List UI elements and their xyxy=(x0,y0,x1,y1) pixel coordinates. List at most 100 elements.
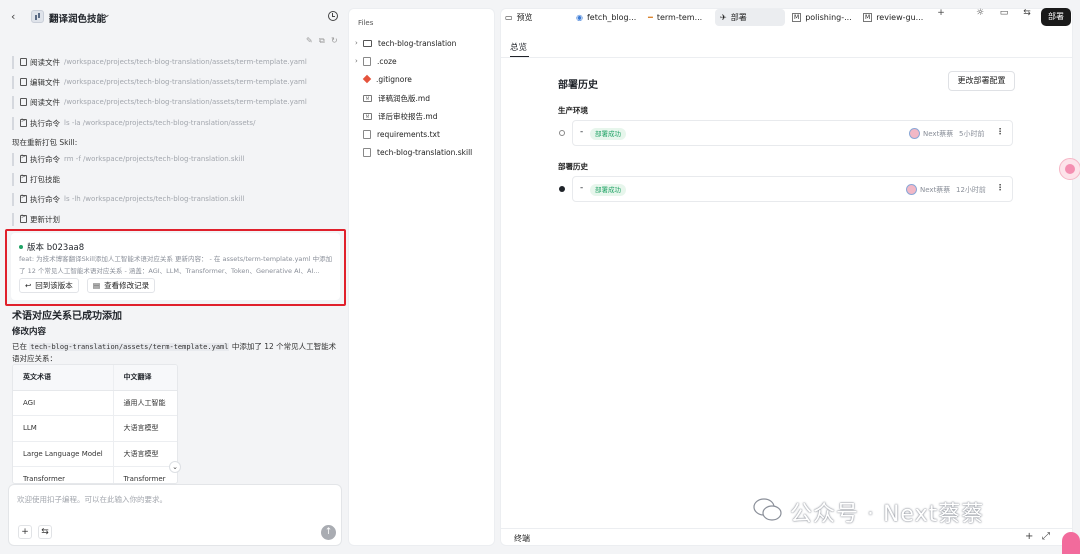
file-path-code: tech-blog-translation/assets/term-templa… xyxy=(29,343,230,351)
app-icon xyxy=(31,10,44,23)
preview-icon: ▭ xyxy=(505,13,513,22)
tool-step[interactable]: 编辑文件 /workspace/projects/tech-blog-trans… xyxy=(12,75,307,89)
column-header: 中文翻译 xyxy=(113,365,177,391)
swap-icon[interactable]: ⇆ xyxy=(1020,7,1034,21)
refresh-icon[interactable]: ↻ xyxy=(331,36,338,45)
yaml-icon: ━ xyxy=(648,13,653,22)
file-icon xyxy=(363,147,371,157)
files-heading: Files xyxy=(358,19,374,27)
tool-step[interactable]: 更新计划 xyxy=(12,212,64,226)
file-item[interactable]: tech-blog-translation.skill xyxy=(355,145,472,159)
terminal-icon xyxy=(20,117,27,127)
changes-paragraph: 已在 tech-blog-translation/assets/term-tem… xyxy=(12,342,337,363)
mascot-icon xyxy=(1062,532,1080,554)
tool-step[interactable]: 执行命令 rm -f /workspace/projects/tech-blog… xyxy=(12,152,244,166)
deploy-record[interactable]: - 部署成功 Next蔡蔡 12小时前 ⋮ xyxy=(572,176,1013,202)
tab-polishing[interactable]: Mpolishing-... xyxy=(787,9,857,26)
file-icon xyxy=(363,56,371,66)
tab-review-guide[interactable]: Mreview-gu... xyxy=(858,9,928,26)
expand-arrow-icon[interactable]: › xyxy=(355,57,363,65)
tool-step[interactable]: 执行命令 ls -la /workspace/projects/tech-blo… xyxy=(12,116,255,130)
wechat-icon xyxy=(753,498,782,521)
divider xyxy=(501,57,1072,58)
expand-arrow-icon[interactable]: › xyxy=(355,39,363,47)
history-icon[interactable] xyxy=(328,11,338,21)
terminal-icon xyxy=(20,153,27,163)
file-item[interactable]: requirements.txt xyxy=(355,127,440,141)
file-explorer: Files › tech-blog-translation › .coze .g… xyxy=(348,8,495,546)
project-title[interactable]: 翻译润色技能 xyxy=(49,11,106,25)
markdown-icon: M xyxy=(792,13,802,22)
production-label: 生产环境 xyxy=(558,106,588,115)
terms-table: 英文术语 中文翻译 AGI 通用人工智能 LLM 大语言模型 Large Lan… xyxy=(12,364,178,484)
chat-input-box[interactable]: 欢迎使用扣子编程。可以在此输入你的要求。 + ⇆ ↑ xyxy=(8,484,342,546)
terminal-icon xyxy=(20,213,27,223)
expand-icon[interactable]: ⤢ xyxy=(1042,531,1050,542)
chevron-down-icon[interactable]: ⌄ xyxy=(103,10,111,20)
assistant-float-icon[interactable] xyxy=(1059,158,1080,180)
editor-tab-bar: ▭ 预览 ◉ fetch_blog... ━ term-tem... ✈ 部署 Mpol… xyxy=(500,5,1080,29)
tab-overview[interactable]: 总览 xyxy=(510,41,527,53)
tool-step[interactable]: 阅读文件 /workspace/projects/tech-blog-trans… xyxy=(12,55,307,69)
deploy-record[interactable]: - 部署成功 Next蔡蔡 5小时前 ⋮ xyxy=(572,120,1013,146)
avatar xyxy=(909,128,920,139)
watermark-text: 公众号 · Next蔡蔡 xyxy=(790,502,985,527)
column-header: 英文术语 xyxy=(13,365,114,391)
file-item[interactable]: M 译稿润色版.md xyxy=(355,91,430,105)
deploy-user: Next蔡蔡 xyxy=(920,186,951,194)
avatar xyxy=(906,184,917,195)
file-item[interactable]: M 译后审校报告.md xyxy=(355,109,437,123)
success-heading: 术语对应关系已成功添加 xyxy=(12,311,122,322)
add-terminal-icon[interactable]: + xyxy=(1025,531,1033,542)
chat-panel: ‹ 翻译润色技能 ⌄ ✎ ⧉ ↻ 阅读文件 /workspace/project… xyxy=(0,0,346,554)
folder-icon xyxy=(363,39,372,47)
deploy-button[interactable]: 部署 xyxy=(1041,8,1071,26)
file-item[interactable]: .gitignore xyxy=(355,72,412,86)
terminal-bar[interactable]: 终端 + ⤢ xyxy=(501,528,1072,545)
chat-input[interactable]: 欢迎使用扣子编程。可以在此输入你的要求。 xyxy=(17,494,167,505)
deploy-time: 5小时前 xyxy=(959,130,985,138)
status-badge: 部署成功 xyxy=(590,128,626,140)
file-icon xyxy=(20,58,27,66)
copy-icon[interactable]: ⧉ xyxy=(319,36,325,46)
edit-icon[interactable]: ✎ xyxy=(306,36,313,45)
settings-sliders-icon[interactable]: ⇆ xyxy=(38,525,52,539)
change-deploy-config-button[interactable]: 更改部署配置 xyxy=(948,71,1015,91)
tab-deploy[interactable]: ✈ 部署 xyxy=(715,9,785,26)
python-icon: ◉ xyxy=(576,13,583,22)
terminal-icon xyxy=(20,173,27,183)
file-icon xyxy=(20,98,27,106)
send-button[interactable]: ↑ xyxy=(321,525,336,540)
deploy-history-title: 部署历史 xyxy=(558,80,598,91)
add-tab-icon[interactable]: + xyxy=(934,7,948,21)
more-icon[interactable]: ⋮ xyxy=(996,127,1004,136)
tool-step[interactable]: 打包技能 xyxy=(12,172,64,186)
more-icon[interactable]: ⋮ xyxy=(996,183,1004,192)
tab-fetch-blog[interactable]: ◉ fetch_blog... xyxy=(571,9,641,26)
changes-heading: 修改内容 xyxy=(12,327,47,337)
tool-step[interactable]: 阅读文件 /workspace/projects/tech-blog-trans… xyxy=(12,95,307,109)
table-row: LLM 大语言模型 xyxy=(13,415,177,442)
table-row: Transformer Transformer xyxy=(13,466,177,483)
repack-message: 现在重新打包 Skill: xyxy=(12,138,78,147)
rocket-icon: ✈ xyxy=(720,13,727,22)
file-item[interactable]: › .coze xyxy=(355,54,397,68)
folder-icon[interactable]: ▭ xyxy=(997,7,1011,21)
add-icon[interactable]: + xyxy=(18,525,32,539)
deploy-user: Next蔡蔡 xyxy=(923,130,954,138)
theme-sun-icon[interactable]: ☼ xyxy=(973,7,987,21)
git-icon xyxy=(362,74,372,84)
tab-term-template[interactable]: ━ term-tem... xyxy=(643,9,707,26)
file-icon xyxy=(363,129,371,139)
highlight-box xyxy=(5,229,346,306)
back-icon[interactable]: ‹ xyxy=(11,10,15,23)
tool-step[interactable]: 执行命令 ls -lh /workspace/projects/tech-blo… xyxy=(12,192,244,206)
terminal-icon xyxy=(20,193,27,203)
deploy-time: 12小时前 xyxy=(956,186,986,194)
file-item-folder[interactable]: › tech-blog-translation xyxy=(355,36,456,50)
markdown-icon: M xyxy=(363,112,372,120)
tab-preview[interactable]: ▭ 预览 xyxy=(500,9,538,26)
scroll-down-icon[interactable]: ⌄ xyxy=(169,461,181,473)
timeline-dot xyxy=(559,186,565,192)
timeline-dot xyxy=(559,130,565,136)
